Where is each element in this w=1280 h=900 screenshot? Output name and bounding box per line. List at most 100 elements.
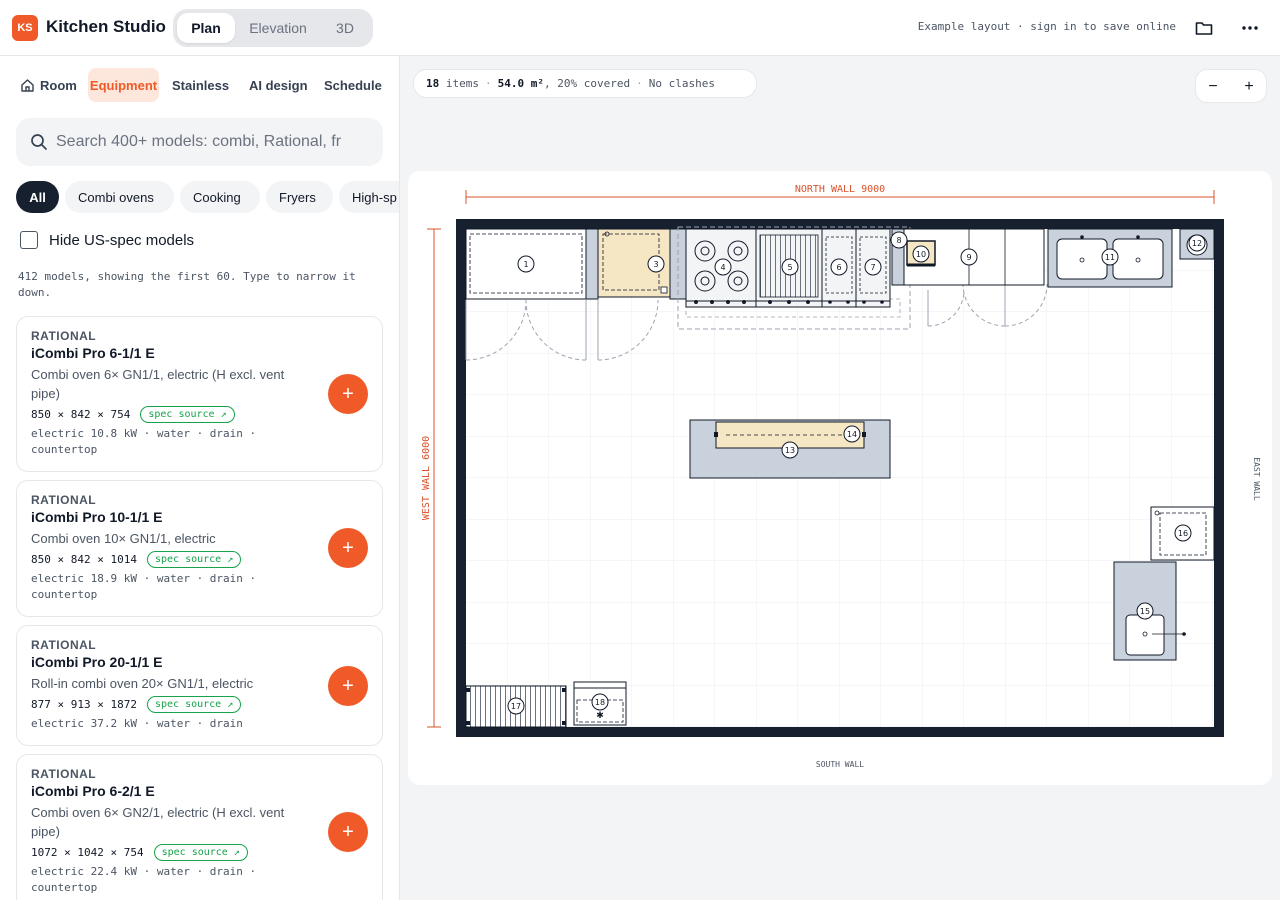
card-name: iCombi Pro 6-1/1 E (31, 345, 155, 361)
item-badge[interactable]: 6 (830, 258, 848, 276)
folder-icon[interactable] (1190, 14, 1218, 42)
card-dimensions: 1072 × 1042 × 754 (31, 846, 144, 859)
add-button[interactable]: + (328, 666, 368, 706)
item-badge[interactable]: 10 (912, 245, 930, 263)
west-wall-label: WEST WALL 6000 (421, 436, 432, 520)
svg-text:4: 4 (720, 263, 725, 272)
tab-room[interactable]: Room (20, 68, 77, 102)
room-area: 54.0 m² (497, 77, 544, 90)
card-description: Roll-in combi oven 20× GN1/1, electric (31, 676, 254, 691)
item-badge[interactable]: 4 (714, 258, 732, 276)
item-badge[interactable]: 7 (864, 258, 882, 276)
chip-combi-ovens[interactable]: Combi ovens (65, 181, 174, 213)
tab-schedule[interactable]: Schedule (324, 68, 382, 102)
view-plan-button[interactable]: Plan (177, 13, 235, 43)
item-badge[interactable]: 14 (843, 425, 861, 443)
card-description: Combi oven 6× GN1/1, electric (H excl. v… (31, 367, 285, 401)
item-badge[interactable]: 9 (960, 248, 978, 266)
north-wall-label: NORTH WALL 9000 (795, 184, 885, 195)
item-badge[interactable]: 17 (507, 697, 525, 715)
svg-text:8: 8 (896, 236, 901, 245)
chip-high-speed[interactable]: High-sp (339, 181, 399, 213)
card-dimensions: 850 × 842 × 1014 (31, 553, 137, 566)
card-meta: electric 18.9 kW · water · drain · count… (31, 572, 257, 601)
app-logo: KS (12, 15, 38, 41)
view-elevation-button[interactable]: Elevation (235, 13, 321, 43)
card-meta: electric 22.4 kW · water · drain · count… (31, 865, 257, 894)
svg-text:12: 12 (1192, 239, 1202, 248)
svg-text:10: 10 (916, 250, 926, 259)
item-badge[interactable]: 5 (781, 258, 799, 276)
equipment-side-panel[interactable] (669, 228, 687, 300)
card-name: iCombi Pro 10-1/1 E (31, 509, 163, 525)
clash-status: No clashes (648, 77, 715, 90)
add-button[interactable]: + (328, 812, 368, 852)
category-chips: All Combi ovens Cooking Fryers High-sp (16, 181, 399, 215)
svg-text:11: 11 (1105, 253, 1115, 262)
chip-cooking[interactable]: Cooking (180, 181, 260, 213)
zoom-out-button[interactable]: − (1202, 76, 1224, 98)
view-toggle: Plan Elevation 3D (173, 9, 373, 47)
item-badge[interactable]: 13 (781, 441, 799, 459)
item-badge[interactable]: 3 (647, 255, 665, 273)
svg-text:1: 1 (523, 260, 528, 269)
search-box (16, 118, 383, 166)
spec-source-link[interactable]: spec source ↗ (153, 844, 248, 861)
view-3d-button[interactable]: 3D (321, 13, 369, 43)
item-badge[interactable]: 11 (1101, 248, 1119, 266)
plan-stats: 18 items · 54.0 m², 20% covered · No cla… (413, 69, 757, 98)
item-badge[interactable]: 18 (591, 693, 609, 711)
zoom-controls: − + (1195, 69, 1267, 103)
chip-fryers[interactable]: Fryers (266, 181, 333, 213)
more-icon[interactable] (1236, 14, 1264, 42)
tab-equipment[interactable]: Equipment (88, 68, 159, 102)
card-dims-row: 877 × 913 × 1872 spec source ↗ (31, 696, 242, 713)
card-brand: RATIONAL (31, 638, 97, 652)
spec-source-link[interactable]: spec source ↗ (140, 406, 235, 423)
search-input[interactable] (56, 130, 356, 154)
model-card[interactable]: RATIONAL iCombi Pro 6-1/1 E Combi oven 6… (16, 316, 383, 472)
add-button[interactable]: + (328, 374, 368, 414)
item-badge[interactable]: 16 (1174, 524, 1192, 542)
item-badge[interactable]: 8 (890, 231, 908, 249)
item-badge[interactable]: 1 (517, 255, 535, 273)
model-card[interactable]: RATIONAL iCombi Pro 10-1/1 E Combi oven … (16, 480, 383, 617)
model-card[interactable]: RATIONAL iCombi Pro 6-2/1 E Combi oven 6… (16, 754, 383, 900)
item-badge[interactable]: 15 (1136, 602, 1154, 620)
tab-stainless[interactable]: Stainless (172, 68, 229, 102)
app-title: Kitchen Studio (46, 17, 166, 36)
coverage: 20% covered (557, 77, 631, 90)
equipment-item-2[interactable] (585, 228, 599, 300)
tab-room-label: Room (40, 77, 77, 93)
chip-all[interactable]: All (16, 181, 59, 213)
spec-source-link[interactable]: spec source ↗ (146, 696, 242, 713)
results-count: 412 models, showing the first 60. Type t… (18, 270, 356, 299)
hide-us-toggle[interactable]: Hide US-spec models (20, 230, 194, 250)
zoom-in-button[interactable]: + (1238, 76, 1260, 98)
sidebar: Room Equipment Stainless AI design Sched… (0, 56, 400, 900)
card-dimensions: 850 × 842 × 754 (31, 408, 131, 421)
home-icon (21, 78, 34, 92)
svg-text:✱: ✱ (596, 711, 604, 721)
card-description: Combi oven 10× GN1/1, electric (31, 531, 216, 546)
svg-text:14: 14 (847, 430, 857, 439)
search-icon (31, 134, 47, 150)
svg-text:17: 17 (511, 702, 521, 711)
floor-plan[interactable]: NORTH WALL 9000 WEST WALL 6000 EAST WALL… (408, 171, 1272, 785)
item-badge[interactable]: 12 (1188, 234, 1206, 252)
card-name: iCombi Pro 20-1/1 E (31, 654, 163, 670)
svg-text:7: 7 (870, 263, 875, 272)
add-button[interactable]: + (328, 528, 368, 568)
item-count-label: items (445, 77, 479, 90)
card-meta: electric 10.8 kW · water · drain · count… (31, 427, 257, 456)
hide-us-checkbox[interactable] (20, 231, 38, 249)
svg-text:9: 9 (966, 253, 971, 262)
card-dims-row: 850 × 842 × 754 spec source ↗ (31, 406, 235, 423)
svg-text:15: 15 (1140, 607, 1150, 616)
spec-source-link[interactable]: spec source ↗ (146, 551, 242, 568)
top-bar: KS Kitchen Studio Plan Elevation 3D Exam… (0, 0, 1280, 56)
card-dims-row: 850 × 842 × 1014 spec source ↗ (31, 551, 242, 568)
svg-text:6: 6 (836, 263, 841, 272)
model-card[interactable]: RATIONAL iCombi Pro 20-1/1 E Roll-in com… (16, 625, 383, 746)
tab-ai-design[interactable]: AI design (249, 68, 308, 102)
